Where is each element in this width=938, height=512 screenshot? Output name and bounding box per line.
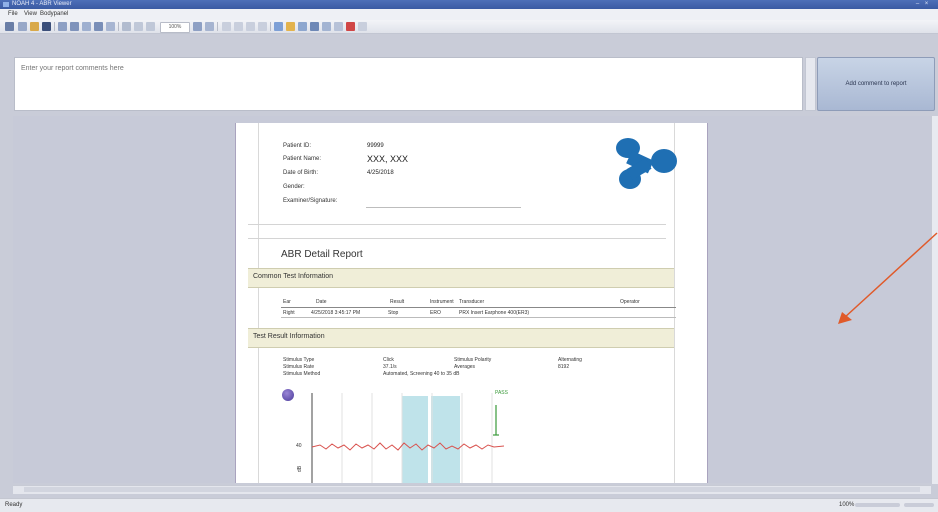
report-page: Patient ID: 99999 Patient Name: XXX, XXX… xyxy=(236,123,707,483)
app-icon xyxy=(3,2,9,7)
annotation-arrow xyxy=(838,232,938,324)
window-title: NOAH 4 - ABR Viewer xyxy=(12,1,72,7)
col-transducer: Transducer xyxy=(459,299,485,305)
stim-rate-label: Stimulus Rate xyxy=(283,364,315,370)
watermark-icon[interactable] xyxy=(310,22,319,31)
row-transducer: PRX Insert Earphone 400(ER3) xyxy=(459,310,530,316)
waveform-plot xyxy=(311,393,505,483)
patient-id-label: Patient ID: xyxy=(283,143,312,149)
common-test-info-band: Common Test Information xyxy=(248,268,674,288)
save-icon[interactable] xyxy=(42,22,51,31)
export-icon[interactable] xyxy=(94,22,103,31)
options-icon[interactable] xyxy=(358,22,367,31)
zoom-in-icon[interactable] xyxy=(134,22,143,31)
amplitude-tick: 40 xyxy=(296,443,302,449)
first-page-icon[interactable] xyxy=(222,22,231,31)
status-text: Ready xyxy=(5,502,23,508)
row-date: 4/25/2018 3:45:17 PM xyxy=(311,310,361,316)
fit-page-icon[interactable] xyxy=(193,22,202,31)
zoom-level: 100% xyxy=(839,502,855,508)
minimize-icon[interactable]: – xyxy=(914,1,921,7)
prev-page-icon[interactable] xyxy=(234,22,243,31)
forward-icon[interactable] xyxy=(286,22,295,31)
fit-width-icon[interactable] xyxy=(205,22,214,31)
menu-view[interactable]: View xyxy=(24,11,37,17)
stim-polarity-value: Alternating xyxy=(558,357,582,363)
copy-icon[interactable] xyxy=(82,22,91,31)
layout-icon[interactable] xyxy=(70,22,79,31)
dob-label: Date of Birth: xyxy=(283,170,319,176)
horizontal-scroll-thumb[interactable] xyxy=(24,487,920,492)
col-operator: Operator xyxy=(620,299,640,305)
gender-label: Gender: xyxy=(283,184,305,190)
stim-type-label: Stimulus Type xyxy=(283,357,315,363)
color-icon[interactable] xyxy=(334,22,343,31)
comments-scrollbar[interactable] xyxy=(805,57,816,111)
averages-label: Averages xyxy=(454,364,476,370)
open-icon[interactable] xyxy=(30,22,39,31)
col-date: Date xyxy=(316,299,327,305)
test-result-info-band: Test Result Information xyxy=(248,328,674,348)
stim-polarity-label: Stimulus Polarity xyxy=(454,357,492,363)
row-result: Stop xyxy=(388,310,399,316)
next-page-icon[interactable] xyxy=(246,22,255,31)
hand-icon[interactable] xyxy=(122,22,131,31)
patient-name-value: XXX, XXX xyxy=(367,154,409,164)
print-icon[interactable] xyxy=(5,22,14,31)
stim-method-label: Stimulus Method xyxy=(283,371,321,377)
last-page-icon[interactable] xyxy=(258,22,267,31)
close-icon[interactable]: × xyxy=(923,1,930,7)
averages-value: 8192 xyxy=(558,364,570,370)
toolbar: 100% xyxy=(0,20,938,34)
patient-name-label: Patient Name: xyxy=(283,156,322,162)
preview-icon[interactable] xyxy=(18,22,27,31)
col-instrument: Instrument xyxy=(430,299,454,305)
row-ear: Right xyxy=(283,310,295,316)
zoom-slider[interactable] xyxy=(855,503,900,507)
menu-bodypanel[interactable]: Bodypanel xyxy=(40,11,68,17)
back-icon[interactable] xyxy=(274,22,283,31)
row-instrument: ERO xyxy=(430,310,441,316)
add-comment-button[interactable]: Add comment to report xyxy=(817,57,935,111)
stim-rate-value: 37.1/s xyxy=(383,364,397,370)
status-bar: Ready 100% xyxy=(0,498,938,512)
report-comments-input[interactable] xyxy=(15,58,802,110)
menu-file[interactable]: File xyxy=(8,11,18,17)
stim-method-value: Automated, Screening 40 to 35 dB xyxy=(383,371,460,377)
test-result-info-heading: Test Result Information xyxy=(253,333,325,340)
examiner-label: Examiner/Signature: xyxy=(283,198,338,204)
col-ear: Ear xyxy=(283,299,291,305)
title-bar: NOAH 4 - ABR Viewer – × xyxy=(0,0,938,9)
company-logo xyxy=(616,138,677,189)
search-icon[interactable] xyxy=(106,22,115,31)
common-test-info-heading: Common Test Information xyxy=(253,273,334,280)
dob-value: 4/25/2018 xyxy=(367,170,394,176)
ear-indicator-icon xyxy=(282,389,294,401)
zoom-select[interactable]: 100% xyxy=(160,22,190,33)
zoom-out-icon[interactable] xyxy=(146,22,155,31)
stim-type-value: Click xyxy=(383,357,394,363)
page-setup-icon[interactable] xyxy=(58,22,67,31)
close-preview-icon[interactable] xyxy=(346,22,355,31)
scale-icon[interactable] xyxy=(322,22,331,31)
patient-id-value: 99999 xyxy=(367,143,384,149)
report-comments-box[interactable] xyxy=(14,57,803,111)
multipage-icon[interactable] xyxy=(298,22,307,31)
report-title: ABR Detail Report xyxy=(281,249,363,260)
col-result: Result xyxy=(390,299,405,305)
zoom-slider-right[interactable] xyxy=(904,503,934,507)
